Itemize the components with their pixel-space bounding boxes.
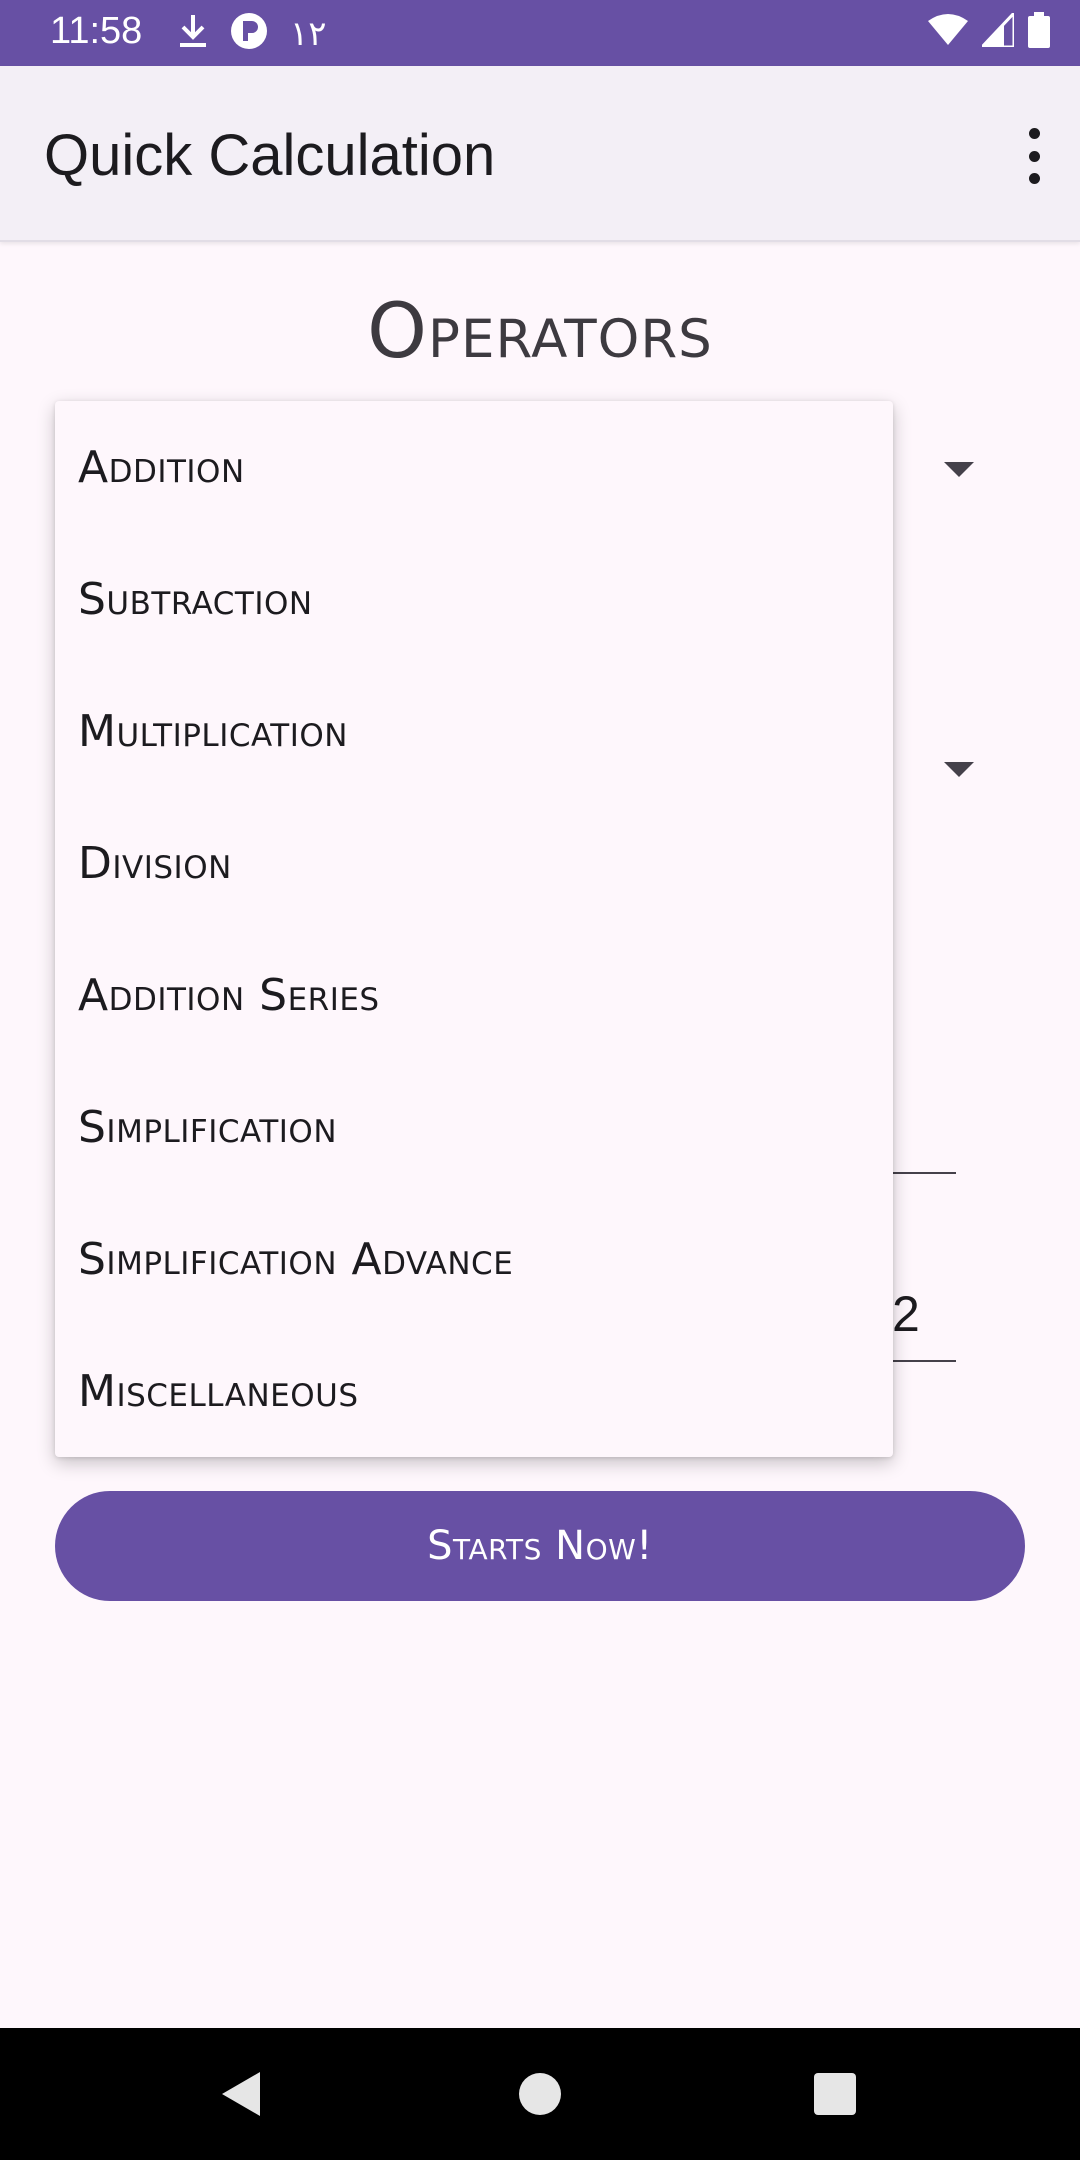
- dropdown-item-division[interactable]: Division: [55, 797, 893, 929]
- navigation-bar: [0, 2028, 1080, 2160]
- dropdown-item-multiplication[interactable]: Multiplication: [55, 665, 893, 797]
- chevron-down-icon[interactable]: [944, 762, 974, 777]
- battery-icon: [1028, 12, 1050, 53]
- status-arabic-text: ١٢: [290, 14, 327, 53]
- status-bar: 11:58 ١٢: [0, 0, 1080, 66]
- input-field-value[interactable]: 2: [892, 1285, 920, 1343]
- back-icon[interactable]: [222, 2072, 260, 2116]
- page-title: Operators: [367, 286, 713, 375]
- operator-dropdown-menu: Addition Subtraction Multiplication Divi…: [55, 401, 893, 1457]
- app-bar: Quick Calculation: [0, 66, 1080, 242]
- dropdown-item-subtraction[interactable]: Subtraction: [55, 533, 893, 665]
- home-icon[interactable]: [519, 2073, 561, 2115]
- dropdown-item-miscellaneous[interactable]: Miscellaneous: [55, 1325, 893, 1457]
- status-icons-right: [928, 9, 1050, 53]
- status-time: 11:58: [50, 10, 143, 52]
- download-icon: [178, 13, 208, 54]
- dropdown-item-simplification-advance[interactable]: Simplification Advance: [55, 1193, 893, 1325]
- dropdown-item-addition-series[interactable]: Addition Series: [55, 929, 893, 1061]
- app-title: Quick Calculation: [44, 123, 496, 188]
- more-vert-icon[interactable]: [1014, 128, 1054, 184]
- signal-icon: [978, 9, 1016, 52]
- chevron-down-icon[interactable]: [944, 462, 974, 477]
- status-icons-left: ١٢: [178, 12, 327, 55]
- dropdown-item-simplification[interactable]: Simplification: [55, 1061, 893, 1193]
- wifi-icon: [928, 13, 968, 52]
- start-button[interactable]: Starts Now!: [55, 1491, 1025, 1601]
- recents-icon[interactable]: [814, 2073, 856, 2115]
- dropdown-item-addition[interactable]: Addition: [55, 401, 893, 533]
- record-icon: [230, 12, 268, 55]
